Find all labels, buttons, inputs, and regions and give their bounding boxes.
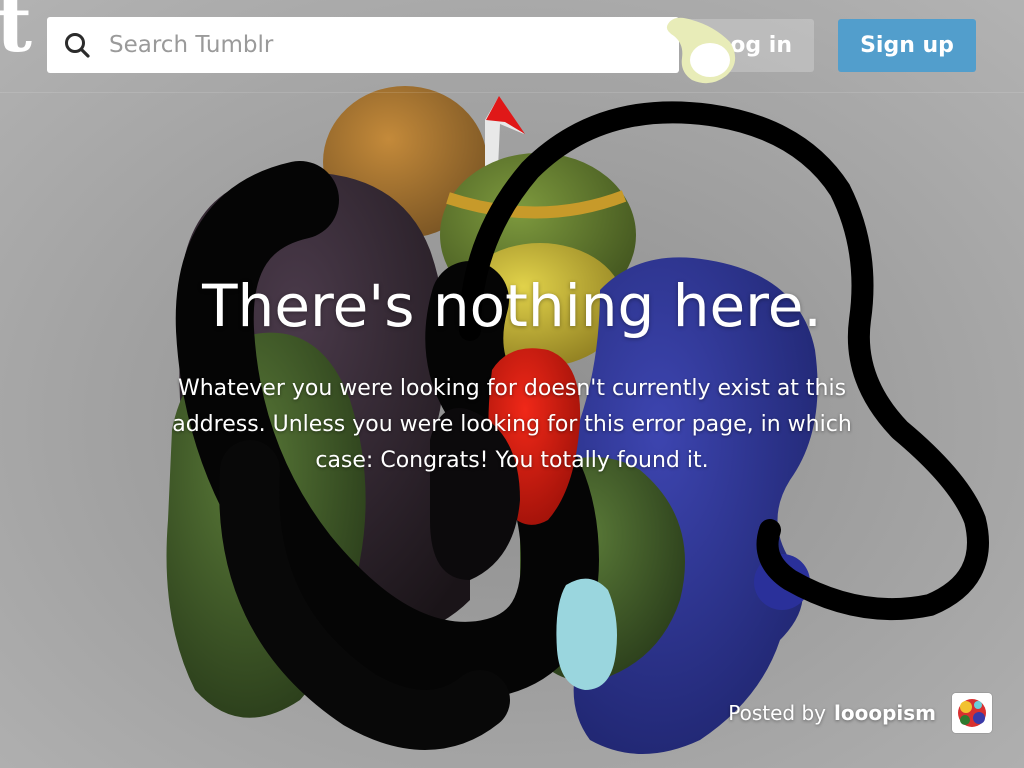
- search-bar[interactable]: [47, 17, 679, 73]
- signup-button-label: Sign up: [860, 33, 954, 58]
- credit-prefix: Posted by: [728, 701, 826, 725]
- error-title: There's nothing here.: [202, 272, 822, 340]
- error-message: Whatever you were looking for doesn't cu…: [172, 376, 852, 473]
- signup-button[interactable]: Sign up: [838, 19, 976, 72]
- avatar[interactable]: [952, 693, 992, 733]
- post-credit: Posted by looopism: [728, 693, 992, 733]
- decorative-blob: [666, 17, 736, 84]
- search-icon: [65, 33, 90, 58]
- search-input[interactable]: [109, 17, 669, 73]
- top-navigation-bar: t Log in Sign up: [0, 0, 1024, 93]
- credit-author-link[interactable]: looopism: [834, 701, 936, 725]
- tumblr-logo[interactable]: t: [0, 0, 32, 64]
